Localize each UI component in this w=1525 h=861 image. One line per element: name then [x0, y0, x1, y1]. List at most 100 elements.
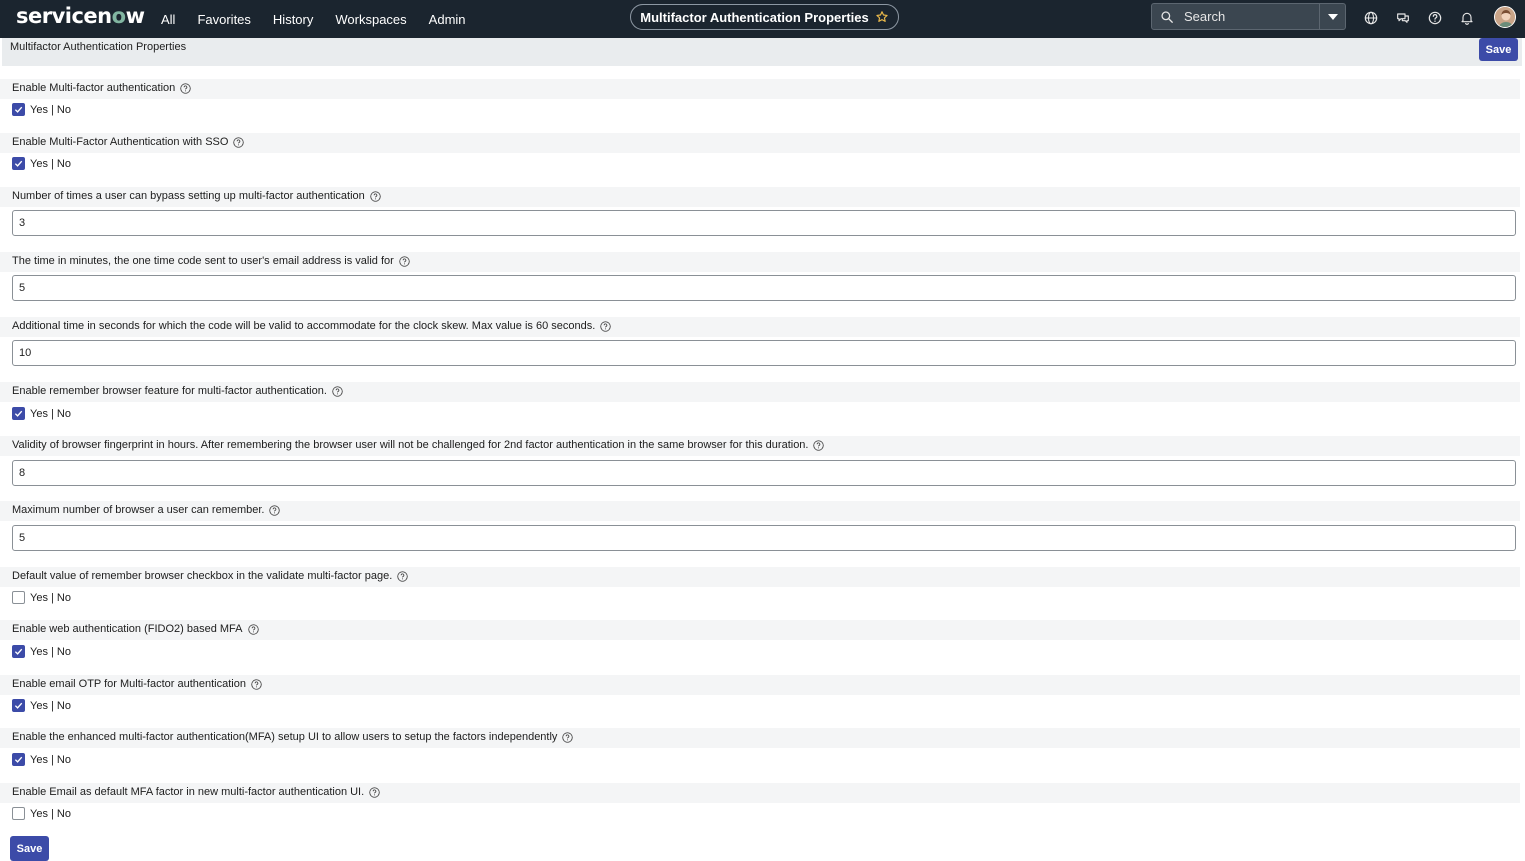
avatar-image-icon: [1495, 7, 1515, 27]
property-label-row: Number of times a user can bypass settin…: [0, 187, 1520, 207]
checkbox-checked[interactable]: [12, 645, 25, 658]
help-icon[interactable]: [813, 439, 825, 451]
property-label-row: Enable the enhanced multi-factor authent…: [0, 728, 1520, 748]
context-title-pill[interactable]: Multifactor Authentication Properties: [630, 4, 899, 30]
top-navigation-bar: servicenow All Favorites History Workspa…: [0, 0, 1525, 38]
star-icon[interactable]: [875, 10, 889, 24]
nav-item-all[interactable]: All: [161, 12, 175, 27]
save-button-bottom[interactable]: Save: [10, 836, 49, 861]
nav-item-workspaces[interactable]: Workspaces: [335, 12, 406, 27]
bell-icon[interactable]: [1459, 10, 1475, 26]
property-label: Validity of browser fingerprint in hours…: [12, 439, 825, 451]
property-checkbox-row: Yes | No: [12, 699, 71, 712]
help-icon[interactable]: [332, 385, 343, 397]
nav-item-favorites[interactable]: Favorites: [197, 12, 250, 27]
property-label-text: Enable web authentication (FIDO2) based …: [12, 623, 243, 635]
checkbox-checked[interactable]: [12, 699, 25, 712]
page-title: Multifactor Authentication Properties: [10, 41, 187, 53]
property-label-text: Enable the enhanced multi-factor authent…: [12, 731, 558, 743]
help-icon[interactable]: [180, 82, 191, 94]
property-label-row: Enable Multi-factor authentication: [0, 79, 1520, 99]
property-label: Additional time in seconds for which the…: [12, 320, 611, 332]
search-input[interactable]: Search: [1184, 9, 1319, 24]
property-label: Enable the enhanced multi-factor authent…: [12, 731, 574, 743]
checkbox-option-text: Yes | No: [30, 753, 71, 766]
help-icon[interactable]: [562, 731, 574, 743]
help-icon[interactable]: [600, 320, 611, 332]
property-label-text: Enable email OTP for Multi-factor authen…: [12, 678, 246, 690]
checkbox-checked[interactable]: [12, 407, 25, 420]
context-title: Multifactor Authentication Properties: [640, 9, 869, 25]
chevron-down-icon: [1327, 13, 1338, 20]
checkbox-option-text: Yes | No: [30, 407, 71, 420]
globe-icon[interactable]: [1363, 10, 1379, 26]
checkbox-checked[interactable]: [12, 157, 25, 170]
property-label-text: Maximum number of browser a user can rem…: [12, 504, 265, 516]
checkbox-unchecked[interactable]: [12, 591, 25, 604]
help-icon[interactable]: [369, 786, 380, 798]
property-checkbox-row: Yes | No: [12, 103, 71, 116]
help-icon[interactable]: [397, 570, 408, 582]
property-label: Enable email OTP for Multi-factor authen…: [12, 678, 262, 690]
property-label-row: Enable Multi-Factor Authentication with …: [0, 133, 1520, 153]
help-icon[interactable]: [399, 255, 410, 267]
property-label-row: Enable Email as default MFA factor in ne…: [0, 783, 1520, 803]
property-checkbox-row: Yes | No: [12, 591, 71, 604]
save-button-top[interactable]: Save: [1479, 38, 1518, 61]
global-search[interactable]: Search: [1151, 3, 1346, 30]
property-text-field[interactable]: 8: [12, 460, 1516, 486]
main-nav: All Favorites History Workspaces Admin: [150, 0, 477, 38]
property-checkbox-row: Yes | No: [12, 157, 71, 170]
property-label-text: Additional time in seconds for which the…: [12, 320, 596, 332]
checkbox-checked[interactable]: [12, 753, 25, 766]
checkbox-option-text: Yes | No: [30, 699, 71, 712]
help-icon[interactable]: [269, 504, 281, 516]
nav-item-history[interactable]: History: [273, 12, 313, 27]
logo-text-main: servicen: [16, 4, 112, 28]
property-label-row: Enable web authentication (FIDO2) based …: [0, 620, 1520, 640]
checkbox-option-text: Yes | No: [30, 591, 71, 604]
property-text-field[interactable]: 5: [12, 525, 1516, 551]
page-header: Multifactor Authentication Properties Sa…: [2, 38, 1522, 66]
property-label: Enable Email as default MFA factor in ne…: [12, 786, 380, 798]
property-checkbox-row: Yes | No: [12, 807, 71, 820]
checkmark-icon: [14, 648, 23, 655]
property-label: Enable Multi-Factor Authentication with …: [12, 136, 245, 148]
property-label-row: Enable remember browser feature for mult…: [0, 382, 1520, 402]
property-checkbox-row: Yes | No: [12, 753, 71, 766]
property-checkbox-row: Yes | No: [12, 645, 71, 658]
help-icon[interactable]: [233, 136, 245, 148]
property-checkbox-row: Yes | No: [12, 407, 71, 420]
search-scope-dropdown[interactable]: [1319, 4, 1345, 29]
property-text-field[interactable]: 10: [12, 340, 1516, 366]
property-label-text: Enable Multi-Factor Authentication with …: [12, 136, 229, 148]
user-avatar[interactable]: [1494, 6, 1516, 28]
property-label-row: Additional time in seconds for which the…: [0, 317, 1520, 337]
help-icon[interactable]: [1427, 10, 1443, 26]
checkbox-checked[interactable]: [12, 103, 25, 116]
checkmark-icon: [14, 160, 23, 167]
help-icon[interactable]: [370, 190, 381, 202]
checkbox-option-text: Yes | No: [30, 157, 71, 170]
property-label-text: Default value of remember browser checkb…: [12, 570, 393, 582]
property-label: Enable Multi-factor authentication: [12, 82, 191, 94]
property-label-text: Enable remember browser feature for mult…: [12, 385, 327, 397]
checkbox-unchecked[interactable]: [12, 807, 25, 820]
property-text-field[interactable]: 3: [12, 210, 1516, 236]
servicenow-logo[interactable]: servicenow: [16, 4, 145, 28]
checkmark-icon: [14, 702, 23, 709]
property-label-row: The time in minutes, the one time code s…: [0, 252, 1520, 272]
property-label: Maximum number of browser a user can rem…: [12, 504, 281, 516]
help-icon[interactable]: [251, 678, 262, 690]
chat-icon[interactable]: [1395, 10, 1411, 26]
logo-text-end: w: [125, 4, 145, 28]
nav-item-admin[interactable]: Admin: [429, 12, 466, 27]
property-label-row: Maximum number of browser a user can rem…: [0, 501, 1520, 521]
property-label-row: Enable email OTP for Multi-factor authen…: [0, 675, 1520, 695]
checkmark-icon: [14, 410, 23, 417]
property-label: Number of times a user can bypass settin…: [12, 190, 381, 202]
property-text-field[interactable]: 5: [12, 275, 1516, 301]
checkmark-icon: [14, 756, 23, 763]
property-label-text: Enable Multi-factor authentication: [12, 82, 176, 94]
help-icon[interactable]: [247, 623, 259, 635]
